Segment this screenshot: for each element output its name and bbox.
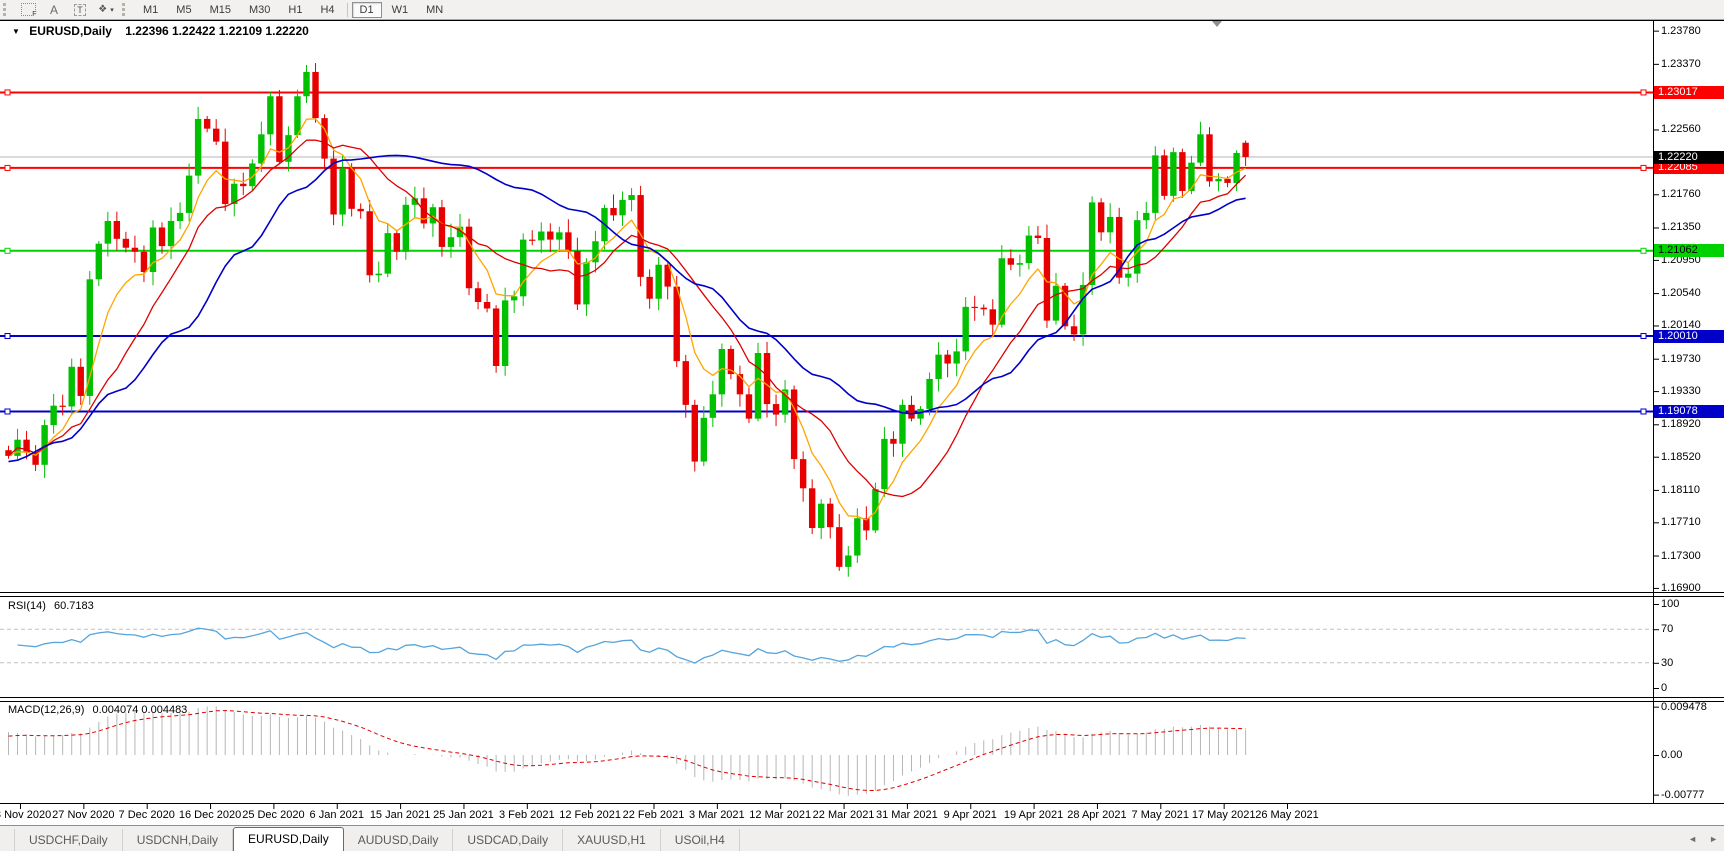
current-price-badge: 1.22220 <box>1654 150 1724 164</box>
date-axis-label: 19 Apr 2021 <box>1003 809 1064 821</box>
macd-label: MACD(12,26,9) 0.004074 0.004483 <box>8 704 187 716</box>
macd-name: MACD(12,26,9) <box>8 704 85 716</box>
rsi-axis-tick: 0 <box>1661 682 1668 694</box>
arrows-tool-button[interactable]: ❖ ▾ <box>93 0 119 19</box>
arrows-icon: ❖ <box>98 4 108 15</box>
text-label-icon: T <box>74 3 86 16</box>
price-axis-tick: 1.21350 <box>1661 221 1701 234</box>
tab-audusd-daily[interactable]: AUDUSD,Daily <box>344 829 454 851</box>
toolbar: F A T ❖ ▾ M1 M5 M15 M30 H1 H4 D1 W1 MN <box>0 0 1724 20</box>
symbol-dropdown-icon[interactable]: ▼ <box>12 27 20 36</box>
timeframe-button-D1[interactable]: D1 <box>351 1 382 18</box>
tab-usdcad-daily[interactable]: USDCAD,Daily <box>453 829 564 851</box>
mt4-window: F A T ❖ ▾ M1 M5 M15 M30 H1 H4 D1 W1 MN ▼ EURUSD,… <box>0 0 1724 851</box>
tab-usdchf-daily[interactable]: USDCHF,Daily <box>14 829 123 851</box>
chevron-down-icon: ▾ <box>110 6 114 14</box>
text-label-tool-button[interactable]: T <box>67 0 93 19</box>
date-axis-label: 18 Nov 2020 <box>0 809 52 821</box>
toolbar-grip[interactable] <box>3 3 11 16</box>
toolbar-grip[interactable] <box>122 3 130 16</box>
price-axis-tick: 1.21760 <box>1661 188 1701 201</box>
price-axis-tick: 1.22560 <box>1661 123 1701 136</box>
timeframe-button-MN[interactable]: MN <box>418 2 451 18</box>
price-axis-tick: 1.18110 <box>1661 483 1700 496</box>
price-axis-tick: 1.23370 <box>1661 57 1701 70</box>
tabs-scroll-right-button[interactable]: ► <box>1709 833 1718 845</box>
date-axis-label: 22 Mar 2021 <box>812 809 875 821</box>
font-tool-button[interactable]: A <box>41 0 67 19</box>
rsi-axis-tick: 100 <box>1661 598 1680 610</box>
price-level-badge[interactable]: 1.20010 <box>1654 329 1724 343</box>
chart-ohlc-values: 1.22396 1.22422 1.22109 1.22220 <box>125 24 309 38</box>
grid-f-icon: F <box>20 3 37 18</box>
price-axis-tick: 1.20540 <box>1661 287 1701 300</box>
rsi-axis-tick: 70 <box>1661 623 1674 636</box>
tab-usoil-h4[interactable]: USOil,H4 <box>661 829 740 851</box>
macd-axis-tick: 0.009478 <box>1661 700 1707 713</box>
price-axis-tick: 1.23780 <box>1661 24 1701 37</box>
date-axis-label: 3 Feb 2021 <box>498 809 555 821</box>
toolbar-separator <box>346 2 348 17</box>
timeframe-group: M1 M5 M15 M30 H1 H4 D1 W1 MN <box>134 1 452 18</box>
macd-axis-tick: -0.00777 <box>1661 788 1705 801</box>
rsi-axis-tick: 30 <box>1661 656 1674 669</box>
chart-symbol-label: EURUSD,Daily <box>29 24 112 38</box>
date-axis-label: 26 May 2021 <box>1255 809 1319 821</box>
date-axis-label: 7 May 2021 <box>1131 809 1190 821</box>
chart-shift-marker[interactable] <box>1212 21 1222 27</box>
date-axis-label: 12 Mar 2021 <box>749 809 812 821</box>
chart-title: ▼ EURUSD,Daily 1.22396 1.22422 1.22109 1… <box>12 24 309 38</box>
price-axis-tick: 1.17710 <box>1661 516 1701 529</box>
price-axis-tick: 1.19730 <box>1661 352 1701 365</box>
rsi-label: RSI(14) 60.7183 <box>8 600 94 612</box>
date-axis-label: 16 Dec 2020 <box>178 809 242 821</box>
price-axis-tick: 1.17300 <box>1661 549 1701 562</box>
date-axis-label: 12 Feb 2021 <box>559 809 622 821</box>
macd-axis-tick: 0.00 <box>1661 749 1683 761</box>
price-level-badge[interactable]: 1.19078 <box>1654 405 1724 418</box>
price-level-badge[interactable]: 1.23017 <box>1654 85 1724 99</box>
date-axis-label: 6 Jan 2021 <box>309 809 364 821</box>
date-axis-label: 15 Jan 2021 <box>369 809 431 821</box>
rsi-value: 60.7183 <box>53 600 94 612</box>
rsi-name: RSI(14) <box>8 600 46 612</box>
tab-usdcnh-daily[interactable]: USDCNH,Daily <box>123 829 234 851</box>
tabs-scroll-left-button[interactable]: ◄ <box>1688 833 1697 845</box>
price-level-badge[interactable]: 1.21062 <box>1654 244 1724 258</box>
timeframe-button-H1[interactable]: H1 <box>280 2 310 18</box>
date-axis-label: 31 Mar 2021 <box>876 809 938 821</box>
price-axis-tick: 1.19330 <box>1661 385 1701 398</box>
date-axis-label: 25 Dec 2020 <box>242 809 305 821</box>
tab-eurusd-daily[interactable]: EURUSD,Daily <box>233 827 344 851</box>
timeframe-button-W1[interactable]: W1 <box>384 2 417 18</box>
price-axis-tick: 1.16900 <box>1661 581 1701 594</box>
date-axis-label: 7 Dec 2020 <box>118 809 175 821</box>
timeframe-button-M1[interactable]: M1 <box>135 2 166 18</box>
date-axis-label: 22 Feb 2021 <box>622 809 685 821</box>
price-axis-tick: 1.18520 <box>1661 450 1701 463</box>
timeframe-button-H4[interactable]: H4 <box>312 2 342 18</box>
date-axis-label: 27 Nov 2020 <box>52 809 115 821</box>
font-a-icon: A <box>49 2 58 17</box>
date-axis-label: 17 May 2021 <box>1191 809 1256 821</box>
timeframe-button-M5[interactable]: M5 <box>168 2 199 18</box>
timeframe-button-M30[interactable]: M30 <box>241 2 278 18</box>
chart-area[interactable] <box>0 0 1724 851</box>
macd-values: 0.004074 0.004483 <box>92 704 188 716</box>
date-axis-label: 28 Apr 2021 <box>1067 809 1127 821</box>
date-axis-label: 3 Mar 2021 <box>689 809 745 821</box>
date-axis-label: 9 Apr 2021 <box>943 809 997 821</box>
price-axis-tick: 1.18920 <box>1661 418 1701 431</box>
tab-bar: USDCHF,Daily USDCNH,Daily EURUSD,Daily AUDU… <box>0 825 1724 851</box>
timeframe-button-M15[interactable]: M15 <box>202 2 239 18</box>
chart-grid-f-button[interactable]: F <box>15 0 41 19</box>
date-axis-label: 25 Jan 2021 <box>433 809 494 821</box>
tab-xauusd-h1[interactable]: XAUUSD,H1 <box>563 829 661 851</box>
